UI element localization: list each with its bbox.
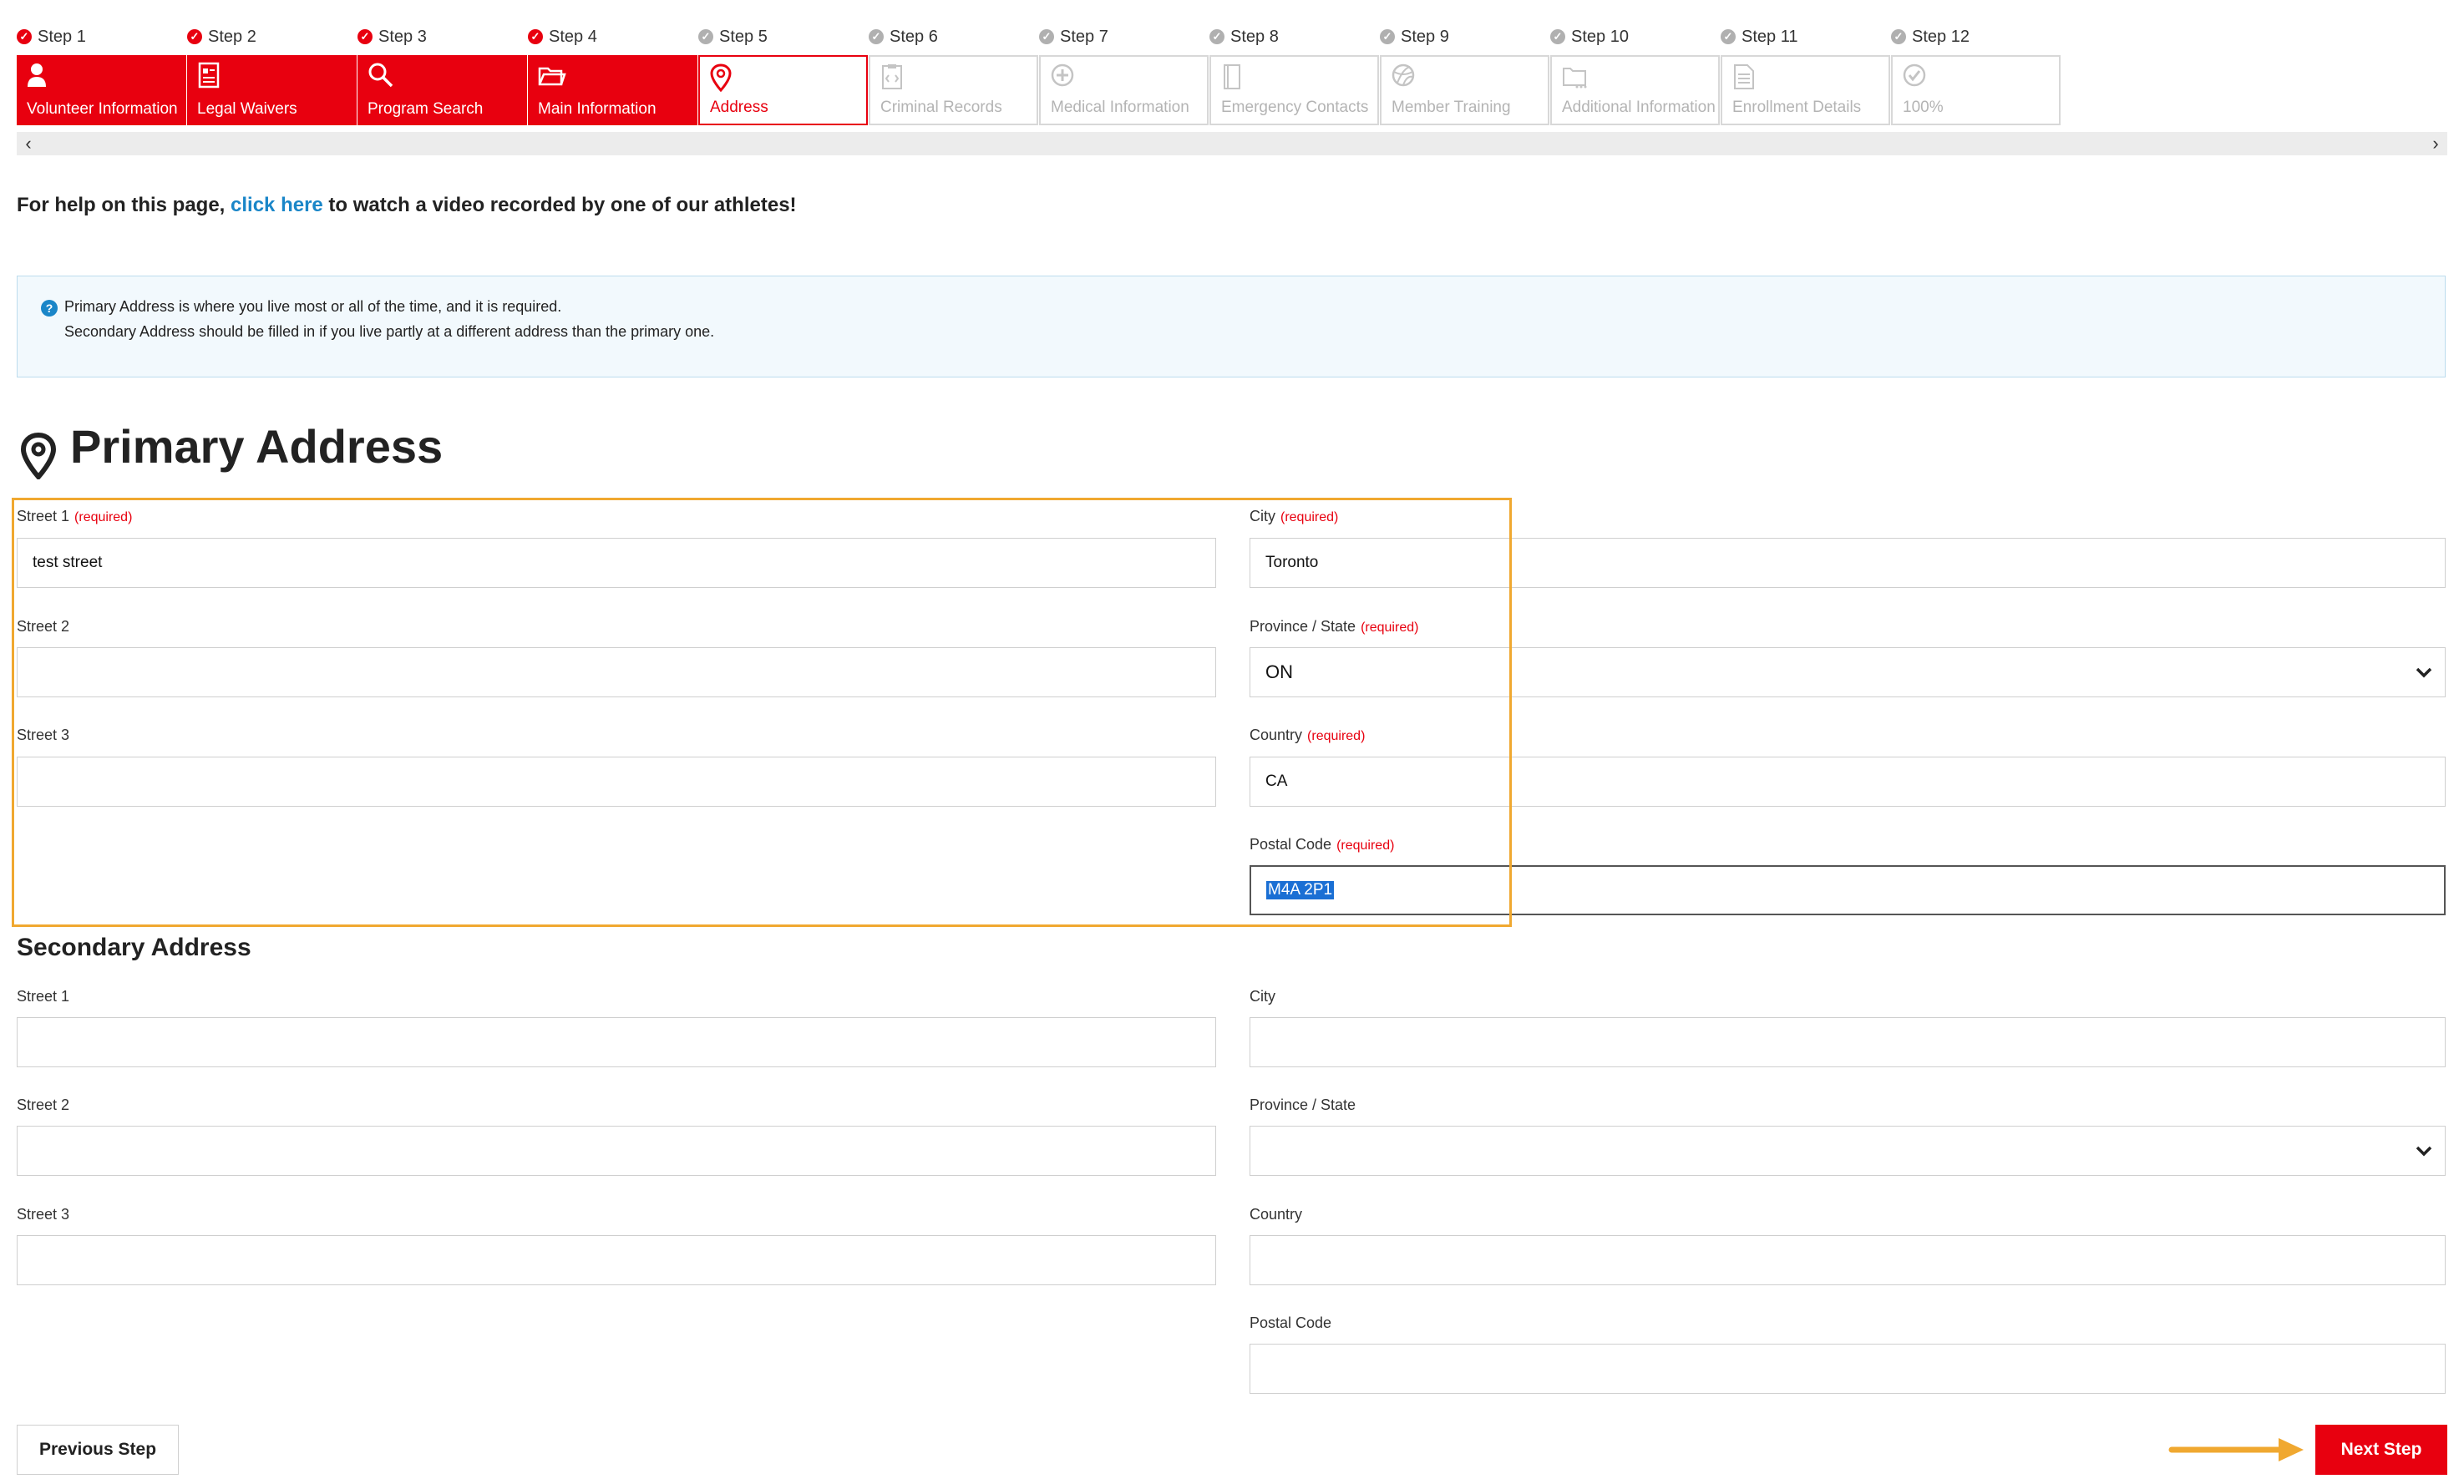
contact-card-icon	[1224, 64, 1240, 89]
check-icon: ✓	[869, 29, 884, 44]
check-icon: ✓	[698, 29, 713, 44]
person-icon	[28, 63, 46, 87]
step-header-12: ✓ Step 12	[1891, 25, 1970, 48]
secondary-province-select[interactable]	[1250, 1126, 2446, 1176]
check-icon: ✓	[1721, 29, 1736, 44]
step-header-5: ✓ Step 5	[698, 25, 768, 48]
annotation-arrow-icon	[2168, 1438, 2304, 1461]
primary-postal-input[interactable]: M4A 2P1	[1250, 865, 2446, 915]
step-header-2: ✓ Step 2	[187, 25, 256, 48]
secondary-street2-label: Street 2	[17, 1097, 70, 1113]
step-tile-completion[interactable]: 100%	[1891, 55, 2061, 125]
check-icon: ✓	[1550, 29, 1565, 44]
chevron-down-icon	[2416, 667, 2432, 678]
primary-street3-label: Street 3	[17, 727, 70, 743]
chevron-down-icon	[2416, 1146, 2432, 1157]
address-info-box: ? Primary Address is where you live most…	[17, 276, 2446, 377]
secondary-postal-input[interactable]	[1250, 1344, 2446, 1394]
map-pin-icon	[20, 433, 57, 479]
folder-dots-icon	[1563, 68, 1587, 89]
secondary-country-input[interactable]	[1250, 1235, 2446, 1285]
map-pin-icon	[710, 63, 732, 92]
secondary-province-label: Province / State	[1250, 1097, 1356, 1113]
step-header-10: ✓ Step 10	[1550, 25, 1629, 48]
step-header-4: ✓ Step 4	[528, 25, 597, 48]
primary-province-label: Province / State (required)	[1250, 618, 1419, 635]
secondary-street1-label: Street 1	[17, 988, 70, 1005]
step-tile-member-training[interactable]: Member Training	[1380, 55, 1549, 125]
primary-street3-input[interactable]	[17, 757, 1216, 807]
step-header-6: ✓ Step 6	[869, 25, 938, 48]
primary-city-input[interactable]: Toronto	[1250, 538, 2446, 588]
check-icon: ✓	[1039, 29, 1054, 44]
secondary-street3-label: Street 3	[17, 1206, 70, 1223]
step-header-8: ✓ Step 8	[1209, 25, 1279, 48]
document-icon	[198, 62, 220, 89]
check-icon: ✓	[1891, 29, 1906, 44]
check-icon: ✓	[528, 29, 543, 44]
primary-province-select[interactable]: ON	[1250, 647, 2446, 697]
secondary-city-label: City	[1250, 988, 1275, 1005]
step-header-3: ✓ Step 3	[357, 25, 427, 48]
step-tile-emergency-contacts[interactable]: Emergency Contacts	[1209, 55, 1379, 125]
folder-icon	[538, 67, 566, 86]
secondary-postal-label: Postal Code	[1250, 1314, 1332, 1331]
step-header-7: ✓ Step 7	[1039, 25, 1108, 48]
check-icon: ✓	[1209, 29, 1224, 44]
primary-country-input[interactable]: CA	[1250, 757, 2446, 807]
stepper-scrollbar[interactable]: ‹ ›	[17, 132, 2447, 155]
check-icon: ✓	[187, 29, 202, 44]
step-tile-address[interactable]: Address	[698, 55, 868, 125]
secondary-street1-input[interactable]	[17, 1017, 1216, 1067]
previous-step-button[interactable]: Previous Step	[17, 1425, 179, 1475]
secondary-address-title: Secondary Address	[17, 934, 251, 961]
secondary-street3-input[interactable]	[17, 1235, 1216, 1285]
step-tile-additional-information[interactable]: Additional Information	[1550, 55, 1720, 125]
record-icon	[882, 64, 902, 89]
step-tile-main-information[interactable]: Main Information	[528, 55, 697, 125]
scroll-right-icon[interactable]: ›	[2424, 132, 2447, 155]
scroll-left-icon[interactable]: ‹	[17, 132, 40, 155]
primary-city-label: City (required)	[1250, 508, 1339, 524]
primary-country-label: Country (required)	[1250, 727, 1366, 743]
help-video-link[interactable]: click here	[231, 194, 323, 216]
step-header-9: ✓ Step 9	[1380, 25, 1449, 48]
step-tile-criminal-records[interactable]: Criminal Records	[869, 55, 1038, 125]
check-icon: ✓	[17, 29, 32, 44]
help-circle-icon: ?	[41, 300, 58, 317]
secondary-city-input[interactable]	[1250, 1017, 2446, 1067]
secondary-street2-input[interactable]	[17, 1126, 1216, 1176]
primary-address-title: Primary Address	[70, 420, 444, 473]
step-tile-legal-waivers[interactable]: Legal Waivers	[187, 55, 357, 125]
search-icon	[368, 63, 393, 88]
step-header-11: ✓ Step 11	[1721, 25, 1797, 48]
primary-postal-label: Postal Code (required)	[1250, 836, 1395, 853]
check-icon: ✓	[1380, 29, 1395, 44]
primary-street2-input[interactable]	[17, 647, 1216, 697]
step-tile-enrollment-details[interactable]: Enrollment Details	[1721, 55, 1890, 125]
secondary-country-label: Country	[1250, 1206, 1303, 1223]
help-text: For help on this page, click here to wat…	[17, 194, 797, 216]
page-icon	[1734, 64, 1754, 89]
step-header-1: ✓ Step 1	[17, 25, 86, 48]
check-circle-icon	[1903, 63, 1926, 87]
info-line-primary: Primary Address is where you live most o…	[64, 298, 562, 315]
primary-street1-label: Street 1 (required)	[17, 508, 133, 524]
step-tile-volunteer-information[interactable]: Volunteer Information	[17, 55, 186, 125]
check-icon: ✓	[357, 29, 373, 44]
next-step-button[interactable]: Next Step	[2315, 1425, 2447, 1475]
ball-icon	[1392, 63, 1415, 87]
step-tile-program-search[interactable]: Program Search	[357, 55, 527, 125]
medical-plus-icon	[1051, 63, 1074, 87]
primary-street2-label: Street 2	[17, 618, 70, 635]
primary-street1-input[interactable]: test street	[17, 538, 1216, 588]
step-tile-medical-information[interactable]: Medical Information	[1039, 55, 1209, 125]
info-line-secondary: Secondary Address should be filled in if…	[64, 323, 715, 340]
